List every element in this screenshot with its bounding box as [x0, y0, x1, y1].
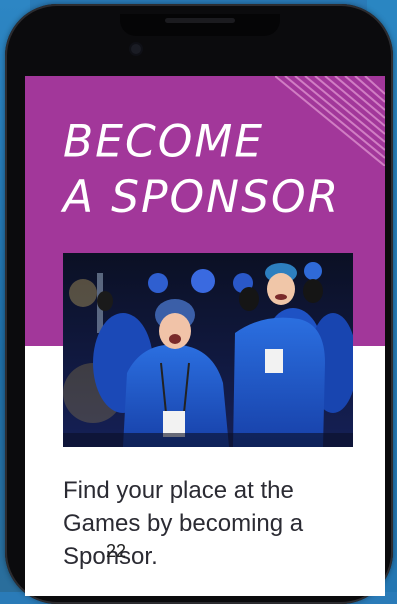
title-line-2: A SPONSOR [63, 171, 341, 224]
page-number: 22 [106, 541, 127, 561]
crowd-photo [63, 253, 353, 447]
speaker-grille [165, 18, 235, 23]
title-line-1: BECOME [63, 115, 265, 168]
crowd-illustration [63, 253, 353, 447]
phone-frame: BECOME A SPONSOR Find your place at the … [5, 4, 393, 604]
page-title: BECOME A SPONSOR [63, 115, 340, 225]
phone-screen: BECOME A SPONSOR Find your place at the … [25, 76, 385, 596]
camera-icon [131, 44, 141, 54]
